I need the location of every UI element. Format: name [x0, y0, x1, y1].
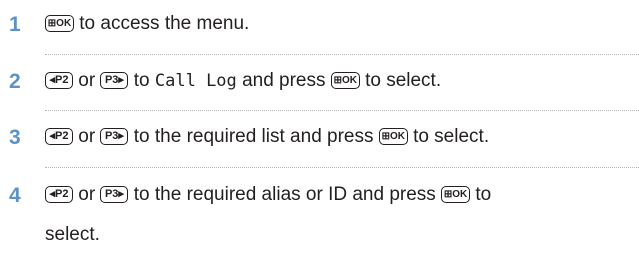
step-description: to the required list and press — [133, 126, 374, 147]
step-description: to — [475, 184, 492, 205]
divider — [45, 110, 639, 111]
step-text-continued: select. — [45, 224, 100, 245]
call-log-menu-label: Call Log — [154, 71, 237, 91]
right-p3-key-icon: P3▸ — [100, 186, 129, 203]
or-text: or — [78, 126, 96, 147]
step-text: ◂P2 or P3▸ to the required alias or ID a… — [45, 184, 639, 206]
or-text: or — [78, 70, 96, 91]
menu-ok-key-icon: ⊞OK — [330, 72, 360, 89]
menu-ok-key-icon: ⊞OK — [378, 128, 408, 145]
menu-ok-key-icon: ⊞OK — [45, 15, 74, 32]
step-description: to select. — [413, 126, 490, 147]
step-description: to select. — [365, 70, 442, 91]
divider — [45, 167, 639, 168]
step-description: to access the menu. — [79, 13, 250, 34]
left-p2-key-icon: ◂P2 — [45, 128, 73, 145]
step-number: 3 — [9, 126, 21, 149]
step-number: 1 — [9, 13, 21, 36]
menu-ok-key-icon: ⊞OK — [441, 186, 471, 203]
step-text: ⊞OK to access the menu. — [45, 13, 639, 35]
divider — [45, 54, 639, 55]
step-number: 2 — [9, 70, 21, 93]
step-number: 4 — [9, 184, 21, 207]
step-description: to the required alias or ID and press — [133, 184, 436, 205]
step-text: ◂P2 or P3▸ to Call Log and press ⊞OK to … — [45, 70, 639, 92]
step-description: to — [133, 70, 150, 91]
or-text: or — [78, 184, 96, 205]
step-description: and press — [242, 70, 326, 91]
left-p2-key-icon: ◂P2 — [45, 72, 73, 89]
right-p3-key-icon: P3▸ — [100, 72, 129, 89]
left-p2-key-icon: ◂P2 — [45, 186, 73, 203]
right-p3-key-icon: P3▸ — [100, 128, 129, 145]
step-text: ◂P2 or P3▸ to the required list and pres… — [45, 126, 639, 148]
